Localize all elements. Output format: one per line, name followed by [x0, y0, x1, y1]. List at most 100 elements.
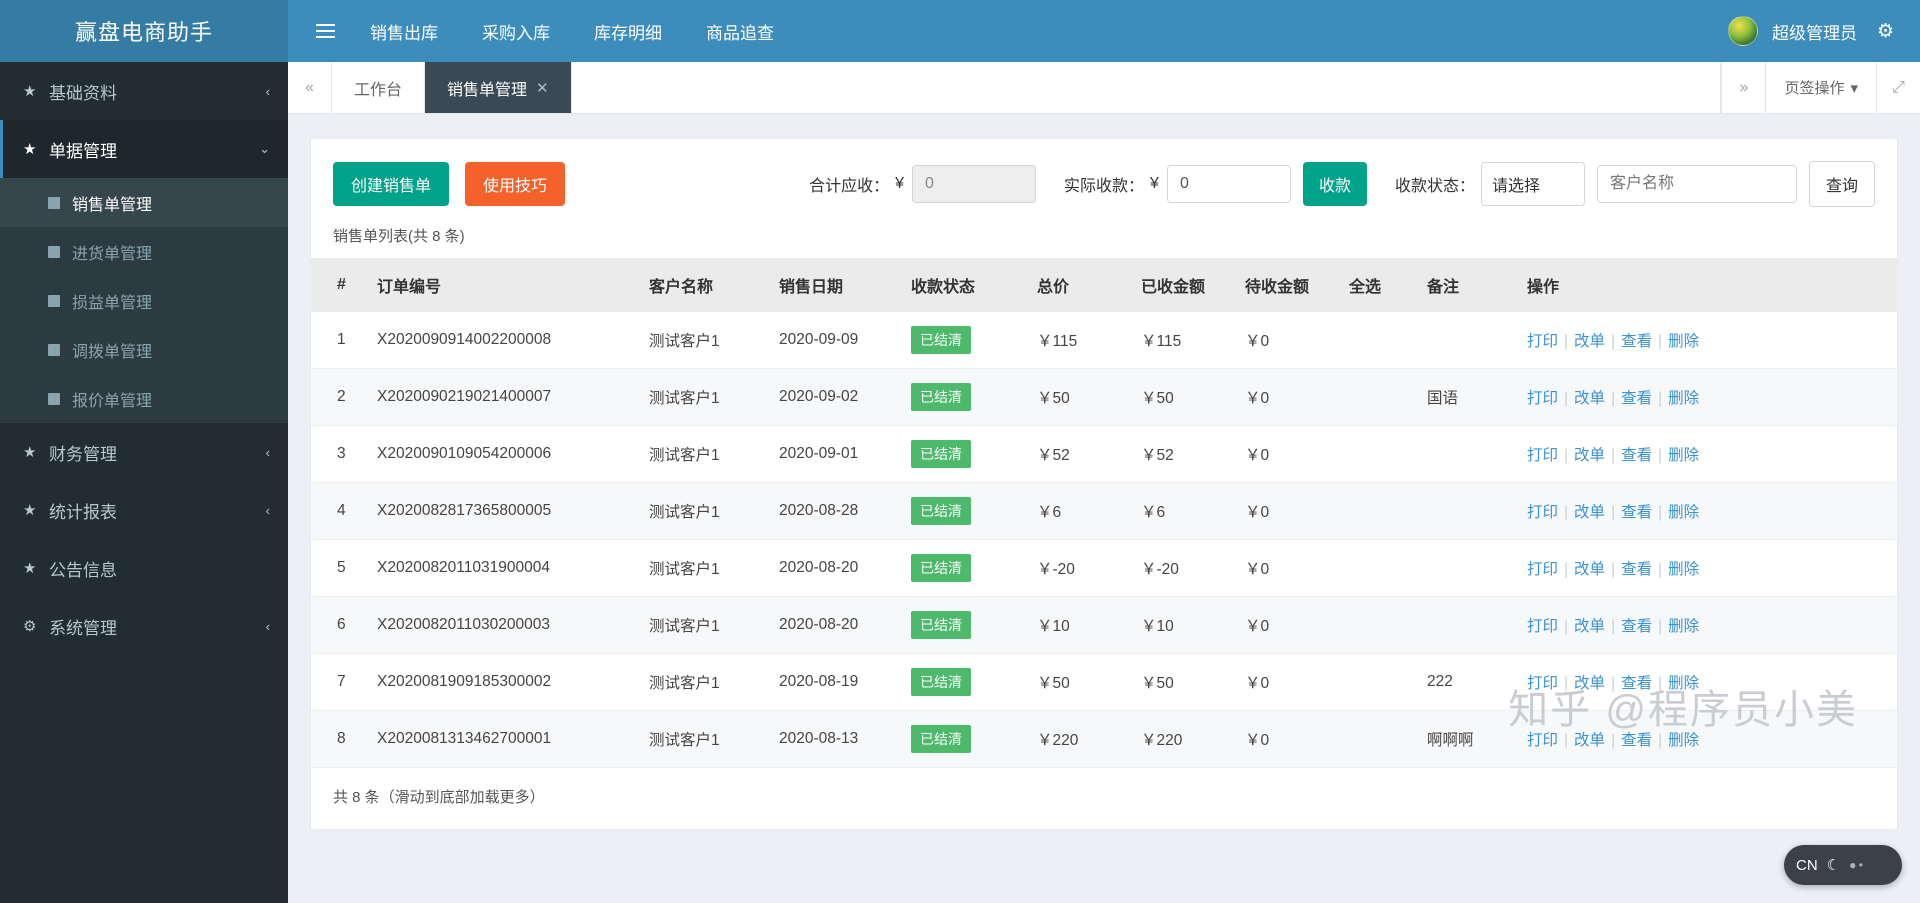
sidebar-item-finance[interactable]: ★ 财务管理 ‹ — [0, 423, 288, 481]
cell-received: ￥50 — [1131, 654, 1235, 711]
tab-workbench[interactable]: 工作台 — [332, 62, 425, 113]
star-icon: ★ — [23, 82, 49, 100]
nav-item-product-trace[interactable]: 商品追查 — [684, 0, 796, 62]
sidebar-item-statistics[interactable]: ★ 统计报表 ‹ — [0, 481, 288, 539]
gear-icon: ⚙ — [23, 617, 49, 635]
sidebar-subitem-purchase-order[interactable]: 进货单管理 — [0, 227, 288, 276]
actual-received-input[interactable] — [1167, 165, 1291, 203]
star-icon: ★ — [23, 140, 49, 158]
action-print[interactable]: 打印 — [1527, 561, 1558, 578]
query-button[interactable]: 查询 — [1809, 161, 1875, 207]
tab-sales-order-management[interactable]: 销售单管理 ✕ — [425, 62, 572, 113]
sidebar-item-announcements[interactable]: ★ 公告信息 — [0, 539, 288, 597]
gear-icon[interactable]: ⚙ — [1871, 20, 1900, 43]
nav-item-purchase-in[interactable]: 采购入库 — [460, 0, 572, 62]
sidebar-subitem-label: 销售单管理 — [72, 191, 152, 215]
cell-remark — [1417, 483, 1517, 540]
chevrons-right-icon[interactable]: » — [1721, 62, 1765, 113]
close-icon[interactable]: ✕ — [536, 79, 549, 97]
cell-select — [1339, 483, 1417, 540]
action-print[interactable]: 打印 — [1527, 333, 1558, 350]
action-delete[interactable]: 删除 — [1668, 561, 1699, 578]
action-print[interactable]: 打印 — [1527, 447, 1558, 464]
action-delete[interactable]: 删除 — [1668, 333, 1699, 350]
sidebar-subitem-quotation-order[interactable]: 报价单管理 — [0, 374, 288, 423]
table-header-row: # 订单编号 客户名称 销售日期 收款状态 总价 已收金额 待收金额 全选 备注… — [311, 258, 1897, 312]
cell-order-no: X2020082011030200003 — [367, 597, 639, 654]
customer-name-input[interactable] — [1597, 165, 1797, 203]
payment-status-select[interactable]: 请选择 — [1481, 162, 1585, 206]
tab-action-menu[interactable]: 页签操作 ▾ — [1765, 62, 1876, 113]
cell-customer: 测试客户1 — [639, 654, 769, 711]
actual-received-label: 实际收款： — [1064, 172, 1144, 196]
sidebar-item-label: 单据管理 — [49, 137, 259, 162]
cell-status: 已结清 — [901, 711, 1027, 768]
star-icon: ★ — [23, 501, 49, 519]
cell-index: 3 — [311, 426, 367, 483]
usage-tips-button[interactable]: 使用技巧 — [465, 162, 565, 206]
username-label[interactable]: 超级管理员 — [1772, 19, 1857, 44]
action-print[interactable]: 打印 — [1527, 504, 1558, 521]
action-delete[interactable]: 删除 — [1668, 618, 1699, 635]
action-delete[interactable]: 删除 — [1668, 390, 1699, 407]
action-edit[interactable]: 改单 — [1574, 618, 1605, 635]
table-row: 2X2020090219021400007测试客户12020-09-02已结清￥… — [311, 369, 1897, 426]
cell-total: ￥115 — [1027, 312, 1131, 369]
sidebar-subitem-profit-loss-order[interactable]: 损益单管理 — [0, 276, 288, 325]
action-view[interactable]: 查看 — [1621, 447, 1652, 464]
cell-customer: 测试客户1 — [639, 312, 769, 369]
action-edit[interactable]: 改单 — [1574, 561, 1605, 578]
action-view[interactable]: 查看 — [1621, 561, 1652, 578]
action-view[interactable]: 查看 — [1621, 504, 1652, 521]
cell-status: 已结清 — [901, 483, 1027, 540]
status-badge: 已结清 — [911, 668, 971, 696]
cell-date: 2020-09-02 — [769, 369, 901, 426]
cell-order-no: X2020082817365800005 — [367, 483, 639, 540]
action-print[interactable]: 打印 — [1527, 618, 1558, 635]
cell-status: 已结清 — [901, 426, 1027, 483]
nav-item-inventory-detail[interactable]: 库存明细 — [572, 0, 684, 62]
action-view[interactable]: 查看 — [1621, 618, 1652, 635]
hamburger-icon[interactable] — [302, 0, 348, 62]
sidebar-item-system-management[interactable]: ⚙ 系统管理 ‹ — [0, 597, 288, 655]
sidebar-subitem-sales-order[interactable]: 销售单管理 — [0, 178, 288, 227]
star-icon: ★ — [23, 559, 49, 577]
action-view[interactable]: 查看 — [1621, 333, 1652, 350]
nav-item-sales-out[interactable]: 销售出库 — [348, 0, 460, 62]
action-separator: | — [1605, 447, 1621, 464]
action-edit[interactable]: 改单 — [1574, 504, 1605, 521]
square-bullet-icon — [48, 393, 60, 405]
chevrons-left-icon[interactable]: « — [288, 62, 332, 113]
collect-payment-button[interactable]: 收款 — [1303, 162, 1367, 206]
action-edit[interactable]: 改单 — [1574, 447, 1605, 464]
cell-remark: 啊啊啊 — [1417, 711, 1517, 768]
action-edit[interactable]: 改单 — [1574, 333, 1605, 350]
action-delete[interactable]: 删除 — [1668, 447, 1699, 464]
create-sales-order-button[interactable]: 创建销售单 — [333, 162, 449, 206]
avatar[interactable] — [1728, 16, 1758, 46]
brand-logo[interactable]: 赢盘电商助手 — [0, 0, 288, 62]
cell-received: ￥-20 — [1131, 540, 1235, 597]
sidebar: ★ 基础资料 ‹ ★ 单据管理 ⌄ 销售单管理 进货单管理 损益单管理 调拨单管… — [0, 62, 288, 903]
ime-language-label: CN — [1796, 857, 1818, 874]
sidebar-item-label: 财务管理 — [49, 440, 266, 465]
action-edit[interactable]: 改单 — [1574, 390, 1605, 407]
sidebar-subitem-transfer-order[interactable]: 调拨单管理 — [0, 325, 288, 374]
ime-indicator[interactable]: CN ☾ ● • — [1784, 845, 1902, 885]
column-header-select-all[interactable]: 全选 — [1339, 258, 1417, 312]
action-view[interactable]: 查看 — [1621, 390, 1652, 407]
moon-icon[interactable]: ☾ — [1827, 856, 1840, 874]
action-print[interactable]: 打印 — [1527, 390, 1558, 407]
status-badge: 已结清 — [911, 383, 971, 411]
tab-label: 销售单管理 — [447, 76, 527, 100]
panel-toolbar: 创建销售单 使用技巧 合计应收： ¥ 实际收款： ¥ 收款 收款状态： 请选择 … — [311, 139, 1897, 215]
fullscreen-icon[interactable]: ⤢ — [1876, 62, 1920, 113]
sidebar-item-document-management[interactable]: ★ 单据管理 ⌄ — [0, 120, 288, 178]
cell-select — [1339, 369, 1417, 426]
action-delete[interactable]: 删除 — [1668, 504, 1699, 521]
cell-order-no: X2020081909185300002 — [367, 654, 639, 711]
sidebar-item-basic-data[interactable]: ★ 基础资料 ‹ — [0, 62, 288, 120]
status-badge: 已结清 — [911, 440, 971, 468]
dots-icon[interactable]: ● • — [1849, 858, 1863, 872]
action-separator: | — [1652, 390, 1668, 407]
